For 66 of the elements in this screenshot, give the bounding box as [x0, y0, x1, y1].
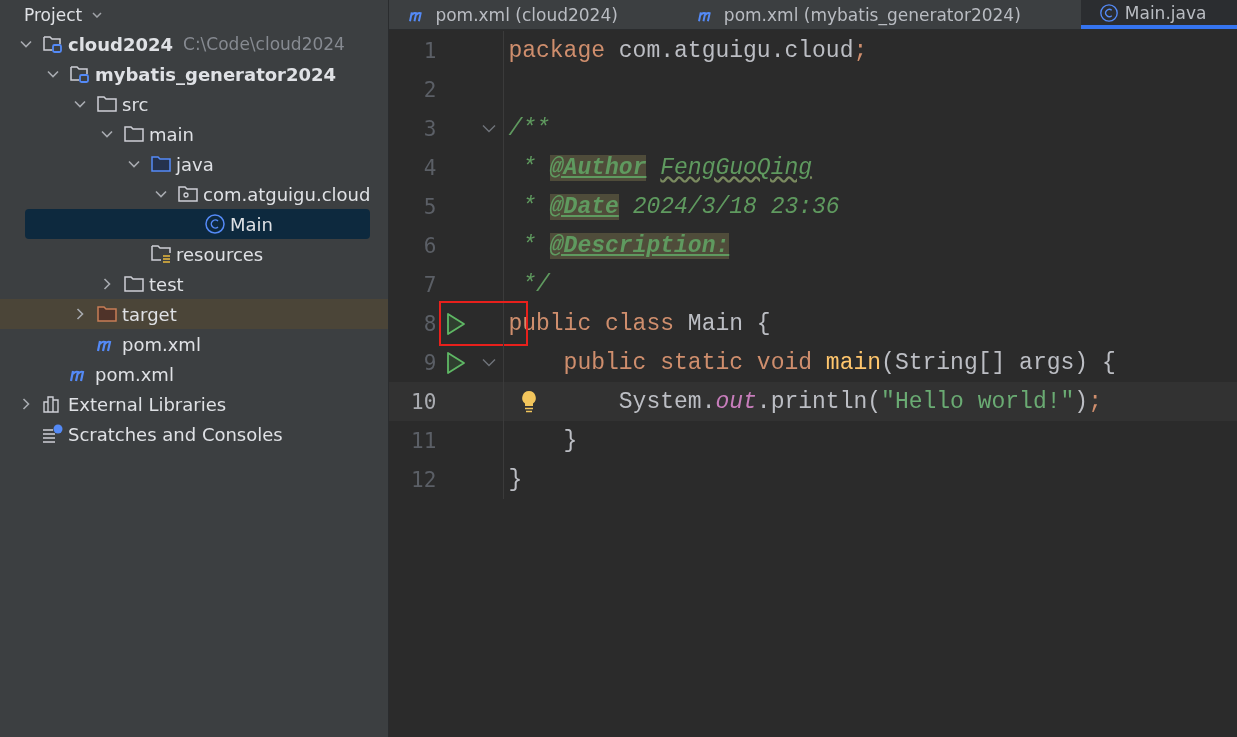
chevron-down-icon[interactable]: [155, 190, 167, 198]
tree-item[interactable]: Scratches and Consoles: [14, 419, 371, 449]
line-number: 12: [410, 467, 437, 492]
code-line: * @Date 2024/3/18 23:36: [522, 193, 840, 220]
tree-item[interactable]: resources: [122, 239, 371, 269]
panel-title[interactable]: Project: [24, 4, 83, 25]
scratches-icon: [42, 424, 64, 444]
line-number: 6: [422, 233, 437, 258]
line-number: 7: [422, 272, 437, 297]
folder-icon: [96, 305, 118, 323]
chevron-down-icon[interactable]: [101, 130, 113, 138]
tree-item[interactable]: test: [95, 269, 371, 299]
chevron-down-icon[interactable]: [20, 40, 32, 48]
chevron-right-icon[interactable]: [103, 278, 111, 290]
path-hint: C:\Code\cloud2024: [183, 34, 345, 54]
editor-tab[interactable]: Main.java: [1080, 0, 1237, 29]
chevron-down-icon[interactable]: [128, 160, 140, 168]
code-line: }: [508, 466, 523, 493]
code-line: }: [563, 427, 578, 454]
folder-icon: [123, 275, 145, 293]
run-icon[interactable]: [444, 350, 467, 375]
folder-icon: [150, 155, 172, 173]
run-icon[interactable]: [444, 311, 467, 336]
folder-icon: [123, 125, 145, 143]
line-number: 9: [422, 350, 437, 375]
lightbulb-icon[interactable]: [520, 389, 539, 413]
chevron-down-icon[interactable]: [47, 70, 59, 78]
code-line: * @Author FengGuoQing: [522, 154, 813, 181]
code-line: package com.atguigu.cloud;: [508, 37, 868, 64]
tree-item[interactable]: pom.xml: [68, 329, 371, 359]
tree-item[interactable]: src: [68, 89, 371, 119]
tree-item[interactable]: com.atguigu.cloud: [149, 179, 371, 209]
code-line: /**: [508, 115, 550, 142]
package-folder-icon: [177, 185, 199, 203]
code-line: System.out.println("Hello world!");: [618, 388, 1102, 415]
code-line: */: [522, 271, 550, 298]
chevron-right-icon[interactable]: [76, 308, 84, 320]
class-icon: [204, 213, 226, 235]
chevron-down-icon[interactable]: [74, 100, 86, 108]
folder-icon: [96, 95, 118, 113]
code-line: public static void main(String[] args) {: [563, 349, 1116, 376]
tree-item[interactable]: cloud2024 C:\Code\cloud2024: [14, 29, 371, 59]
line-number: 4: [422, 155, 437, 180]
line-number: 2: [422, 77, 437, 102]
resources-folder-icon: [150, 244, 172, 264]
editor-tab[interactable]: pom.xml (cloud2024): [389, 0, 678, 29]
line-number: 1: [422, 38, 437, 63]
fold-icon[interactable]: [482, 358, 497, 367]
class-icon: [1098, 2, 1119, 23]
tree-item[interactable]: External Libraries: [14, 389, 371, 419]
chevron-right-icon[interactable]: [22, 398, 30, 410]
tree-item[interactable]: mybatis_generator2024: [41, 59, 371, 89]
fold-icon[interactable]: [482, 124, 497, 133]
tree-item[interactable]: java: [122, 149, 371, 179]
line-number: 11: [410, 428, 437, 453]
line-number: 3: [422, 116, 437, 141]
tree-item[interactable]: main: [95, 119, 371, 149]
selected-tree-item[interactable]: Main: [25, 209, 371, 239]
line-number: 8: [422, 311, 437, 336]
module-folder-icon: [69, 64, 91, 84]
editor-tab[interactable]: pom.xml (mybatis_generator2024): [677, 0, 1081, 29]
caret-icon[interactable]: [92, 11, 103, 18]
line-number: 5: [422, 194, 437, 219]
tree-item[interactable]: pom.xml: [41, 359, 371, 389]
line-number: 10: [410, 389, 437, 414]
module-folder-icon: [42, 34, 64, 54]
